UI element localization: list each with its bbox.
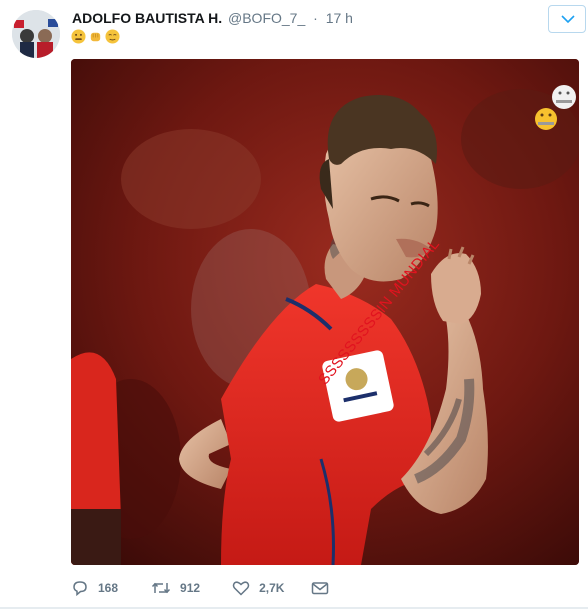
retweet-icon <box>151 582 171 594</box>
profile-avatar[interactable] <box>12 10 60 58</box>
tweet-text <box>71 29 120 44</box>
separator-dot: · <box>313 10 318 26</box>
tweet-menu-button[interactable] <box>548 5 586 33</box>
retweet-button[interactable]: 912 <box>151 580 200 596</box>
author-name[interactable]: ADOLFO BAUTISTA H. <box>72 10 222 26</box>
tweet-media-image[interactable] <box>71 59 579 565</box>
tweet-actions: 168 912 2,7K <box>71 578 329 598</box>
reply-button[interactable]: 168 <box>71 580 118 596</box>
reply-count: 168 <box>98 581 119 595</box>
football-player-photo <box>71 59 579 565</box>
tweet: ADOLFO BAUTISTA H. @BOFO_7_ · 17 h SSSSS… <box>0 0 588 609</box>
shushing-face-emoji <box>71 29 86 44</box>
envelope-icon <box>312 582 329 595</box>
tweet-timestamp[interactable]: 17 h <box>326 10 353 26</box>
fist-emoji <box>90 32 101 42</box>
retweet-count: 912 <box>180 581 201 595</box>
zipper-mouth-face-emoji <box>535 108 557 130</box>
like-button[interactable]: 2,7K <box>232 580 284 596</box>
like-count: 2,7K <box>259 581 285 595</box>
heart-icon <box>232 581 250 596</box>
reply-icon <box>73 581 87 596</box>
tweet-header: ADOLFO BAUTISTA H. @BOFO_7_ · 17 h <box>72 10 538 26</box>
zipper-mouth-face-emoji <box>552 85 576 109</box>
author-username[interactable]: @BOFO_7_ <box>228 10 305 26</box>
relieved-face-emoji <box>105 29 120 44</box>
chevron-down-icon <box>561 15 575 24</box>
direct-message-button[interactable] <box>311 580 329 596</box>
